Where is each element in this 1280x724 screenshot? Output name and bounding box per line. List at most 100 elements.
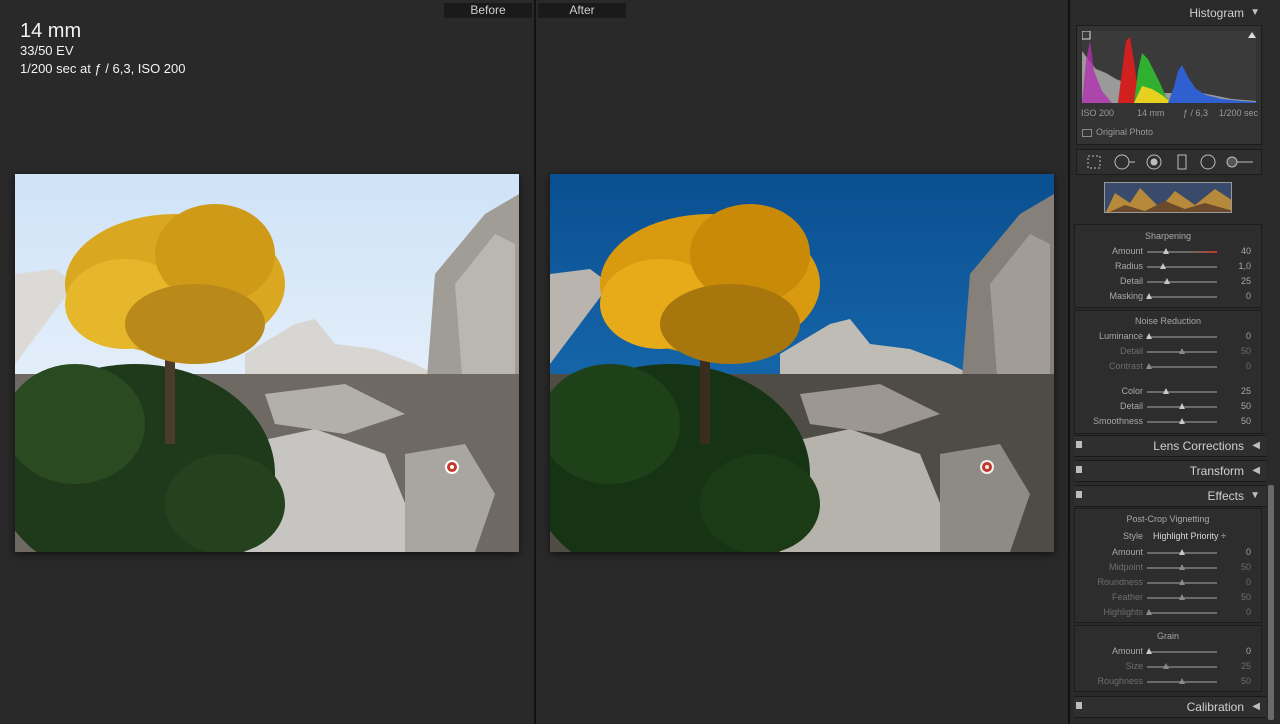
after-photo[interactable] bbox=[550, 174, 1054, 552]
vignette-style-select[interactable]: Highlight Priority ÷ bbox=[1153, 531, 1226, 541]
grain-section: Grain Amount 0 Size 25 Roughness 50 bbox=[1074, 625, 1262, 692]
expand-triangle-icon[interactable]: ◀ bbox=[1252, 440, 1260, 451]
slider-value[interactable]: 0 bbox=[1246, 646, 1251, 656]
histogram-iso: ISO 200 bbox=[1081, 108, 1115, 118]
slider-thumb[interactable] bbox=[1179, 348, 1185, 354]
slider-track[interactable] bbox=[1147, 391, 1217, 393]
slider-row-amount: Amount 40 bbox=[1075, 246, 1263, 258]
slider-value[interactable]: 0 bbox=[1246, 607, 1251, 617]
transform-header[interactable]: Transform ◀ bbox=[1074, 460, 1266, 482]
slider-thumb[interactable] bbox=[1179, 418, 1185, 424]
crop-tool-icon[interactable] bbox=[1085, 153, 1103, 171]
original-photo-toggle[interactable]: Original Photo bbox=[1082, 127, 1153, 137]
slider-thumb[interactable] bbox=[1160, 263, 1167, 269]
slider-row-color: Color 25 bbox=[1075, 386, 1263, 398]
slider-value[interactable]: 50 bbox=[1241, 401, 1251, 411]
panel-switch-icon[interactable] bbox=[1076, 466, 1082, 473]
slider-thumb[interactable] bbox=[1146, 293, 1153, 299]
original-photo-label: Original Photo bbox=[1096, 127, 1154, 137]
collapse-triangle-icon[interactable]: ▼ bbox=[1250, 7, 1260, 18]
adjustment-brush-icon[interactable] bbox=[1225, 153, 1255, 171]
slider-value[interactable]: 40 bbox=[1241, 246, 1251, 256]
detail-preview[interactable] bbox=[1104, 182, 1232, 213]
red-eye-icon[interactable] bbox=[1145, 153, 1163, 171]
slider-thumb[interactable] bbox=[1146, 333, 1153, 339]
slider-row-detail: Detail 25 bbox=[1075, 276, 1263, 288]
panel-switch-icon[interactable] bbox=[1076, 491, 1082, 498]
effects-header[interactable]: Effects ▼ bbox=[1074, 485, 1266, 507]
slider-track[interactable] bbox=[1147, 296, 1217, 298]
slider-thumb[interactable] bbox=[1179, 564, 1185, 570]
slider-value[interactable]: 50 bbox=[1241, 676, 1251, 686]
slider-row-contrast: Contrast 0 bbox=[1075, 361, 1263, 373]
photo-info-overlay: 14 mm 33/50 EV 1/200 sec at ƒ / 6,3, ISO… bbox=[20, 20, 186, 78]
compare-divider[interactable] bbox=[534, 0, 536, 724]
after-label: After bbox=[538, 3, 626, 18]
slider-thumb[interactable] bbox=[1179, 549, 1185, 555]
slider-label: Amount bbox=[1111, 646, 1143, 656]
slider-track[interactable] bbox=[1147, 651, 1217, 653]
histogram[interactable]: ISO 200 14 mm ƒ / 6,3 1/200 sec Original… bbox=[1076, 25, 1262, 145]
panel-switch-icon[interactable] bbox=[1076, 702, 1082, 709]
slider-value[interactable]: 25 bbox=[1241, 386, 1251, 396]
slider-label: Highlights bbox=[1103, 607, 1143, 617]
calibration-header[interactable]: Calibration ◀ bbox=[1074, 696, 1266, 718]
slider-thumb[interactable] bbox=[1146, 363, 1153, 369]
radial-filter-icon[interactable] bbox=[1199, 153, 1217, 171]
panel-scrollbar[interactable] bbox=[1268, 485, 1274, 720]
slider-label: Feather bbox=[1111, 592, 1143, 602]
slider-label: Luminance bbox=[1098, 331, 1143, 341]
grain-title: Grain bbox=[1156, 631, 1179, 641]
histogram-graph bbox=[1082, 31, 1256, 103]
slider-value[interactable]: 50 bbox=[1241, 592, 1251, 602]
lens-corrections-header[interactable]: Lens Corrections ◀ bbox=[1074, 435, 1266, 457]
histogram-header[interactable]: Histogram ▼ bbox=[1074, 3, 1266, 25]
develop-right-panel: Histogram ▼ ISO 200 14 mm ƒ / 6,3 1/200 … bbox=[1068, 0, 1280, 724]
slider-thumb[interactable] bbox=[1146, 609, 1153, 615]
slider-value[interactable]: 50 bbox=[1241, 562, 1251, 572]
expand-triangle-icon[interactable]: ◀ bbox=[1252, 465, 1260, 476]
slider-thumb[interactable] bbox=[1179, 594, 1185, 600]
focal-length: 14 mm bbox=[20, 20, 82, 42]
histogram-shutter: 1/200 sec bbox=[1219, 108, 1259, 118]
expand-triangle-icon[interactable]: ◀ bbox=[1252, 701, 1260, 712]
slider-track[interactable] bbox=[1147, 666, 1217, 668]
slider-track[interactable] bbox=[1147, 281, 1217, 283]
before-photo[interactable] bbox=[15, 174, 519, 552]
sharpening-section: Sharpening Amount 40 Radius 1,0 Detail 25 Mask… bbox=[1074, 224, 1262, 308]
graduated-filter-icon[interactable] bbox=[1173, 153, 1191, 171]
slider-track[interactable] bbox=[1147, 251, 1217, 253]
slider-value[interactable]: 25 bbox=[1241, 276, 1251, 286]
slider-value[interactable]: 25 bbox=[1241, 661, 1251, 671]
slider-thumb[interactable] bbox=[1179, 403, 1185, 409]
slider-track[interactable] bbox=[1147, 266, 1217, 268]
slider-row-amount: Amount 0 bbox=[1075, 646, 1263, 658]
slider-thumb[interactable] bbox=[1162, 663, 1169, 669]
slider-thumb[interactable] bbox=[1179, 579, 1185, 585]
calibration-title: Calibration bbox=[1186, 700, 1244, 714]
slider-thumb[interactable] bbox=[1162, 248, 1169, 254]
checkbox-icon[interactable] bbox=[1082, 128, 1092, 137]
slider-thumb[interactable] bbox=[1163, 278, 1170, 284]
slider-value[interactable]: 0 bbox=[1246, 291, 1251, 301]
slider-label: Amount bbox=[1111, 246, 1143, 256]
collapse-triangle-icon[interactable]: ▼ bbox=[1250, 490, 1260, 501]
slider-value[interactable]: 50 bbox=[1241, 346, 1251, 356]
slider-thumb[interactable] bbox=[1162, 388, 1169, 394]
slider-track[interactable] bbox=[1147, 366, 1217, 368]
spot-removal-icon[interactable] bbox=[1113, 153, 1137, 171]
effects-title: Effects bbox=[1207, 489, 1244, 503]
slider-value[interactable]: 0 bbox=[1246, 361, 1251, 371]
panel-switch-icon[interactable] bbox=[1076, 441, 1082, 448]
slider-label: Radius bbox=[1114, 261, 1143, 271]
slider-value[interactable]: 0 bbox=[1246, 577, 1251, 587]
slider-value[interactable]: 1,0 bbox=[1238, 261, 1251, 271]
slider-value[interactable]: 0 bbox=[1246, 331, 1251, 341]
slider-thumb[interactable] bbox=[1179, 678, 1185, 684]
slider-value[interactable]: 0 bbox=[1246, 547, 1251, 557]
slider-value[interactable]: 50 bbox=[1241, 416, 1251, 426]
vignetting-section: Post-Crop Vignetting Style Highlight Pri… bbox=[1074, 508, 1262, 623]
slider-track[interactable] bbox=[1147, 612, 1217, 614]
slider-track[interactable] bbox=[1147, 336, 1217, 338]
slider-thumb[interactable] bbox=[1146, 648, 1153, 654]
